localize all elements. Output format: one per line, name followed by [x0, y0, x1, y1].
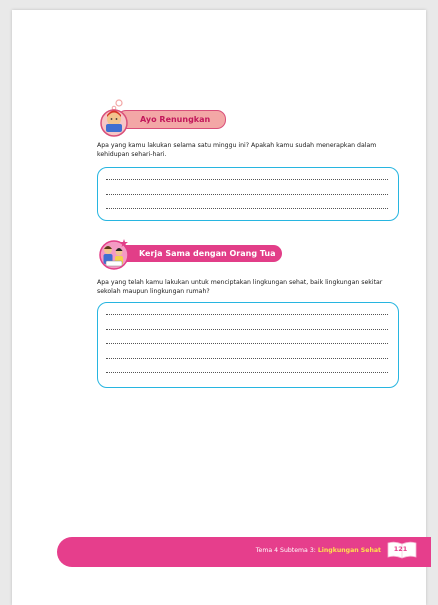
parents-title: Kerja Sama dengan Orang Tua — [117, 245, 282, 262]
thinking-girl-icon — [100, 99, 128, 137]
reflect-title: Ayo Renungkan — [117, 110, 226, 129]
answer-line — [106, 358, 388, 359]
parents-question: Apa yang telah kamu lakukan untuk mencip… — [97, 279, 383, 295]
family-icon — [99, 239, 129, 270]
answer-line — [106, 343, 388, 344]
answer-line — [106, 208, 388, 209]
parents-header: Kerja Sama dengan Orang Tua — [97, 233, 282, 273]
answer-line — [106, 372, 388, 373]
answer-line — [106, 179, 388, 180]
page-number: 121 — [393, 545, 408, 553]
reflect-question: Apa yang kamu lakukan selama satu minggu… — [97, 142, 377, 158]
book-page: Ayo Renungkan Apa yang kamu lakukan sela… — [12, 10, 431, 605]
footer-theme: Tema 4 Subtema 3: Lingkungan Sehat — [256, 547, 381, 554]
answer-line — [106, 194, 388, 195]
footer-band: Tema 4 Subtema 3: Lingkungan Sehat 121 — [57, 537, 431, 567]
answer-line — [106, 314, 388, 315]
reflect-header: Ayo Renungkan — [97, 98, 227, 138]
footer-subtitle: Lingkungan Sehat — [317, 547, 381, 554]
parents-answer-box[interactable] — [97, 302, 399, 388]
footer-theme-prefix: Tema 4 Subtema 3: — [255, 547, 316, 554]
answer-line — [106, 329, 388, 330]
reflect-answer-box[interactable] — [97, 167, 399, 221]
page-number-badge: 121 — [387, 540, 417, 560]
